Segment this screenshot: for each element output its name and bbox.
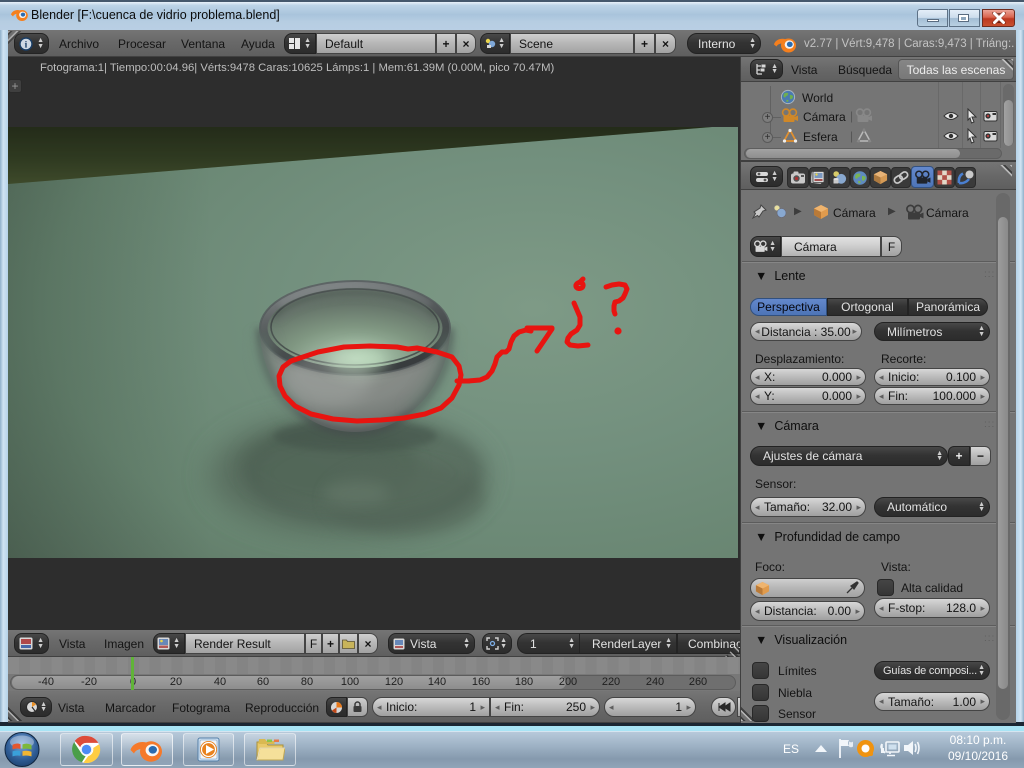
svg-text:i: i [25, 40, 28, 50]
